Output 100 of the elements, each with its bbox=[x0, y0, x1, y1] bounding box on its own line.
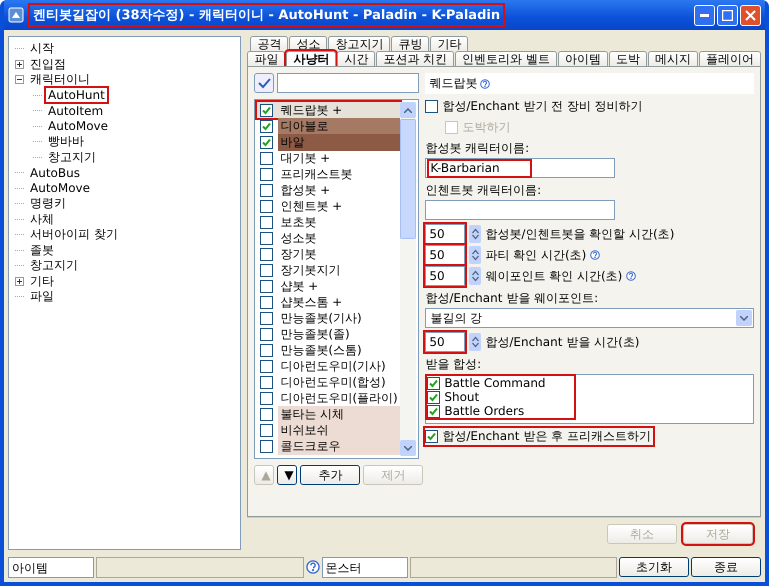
tree-item[interactable]: 명령키 bbox=[28, 195, 68, 212]
tree-item[interactable]: AutoHunt bbox=[46, 88, 107, 102]
tree-item[interactable]: AutoBus bbox=[28, 166, 82, 180]
checkbox[interactable] bbox=[260, 280, 274, 292]
checkbox[interactable] bbox=[260, 440, 274, 452]
checkbox[interactable] bbox=[260, 232, 274, 244]
checkbox[interactable] bbox=[260, 120, 274, 132]
tab[interactable]: 기타 bbox=[430, 36, 468, 51]
tab[interactable]: 창고지기 bbox=[328, 36, 390, 51]
help-icon[interactable] bbox=[480, 78, 490, 88]
tree-item[interactable]: 서버아이피 찾기 bbox=[28, 226, 120, 244]
tree-item[interactable]: 졸봇 bbox=[28, 242, 56, 259]
spinner-arrows-icon[interactable] bbox=[469, 333, 482, 351]
checkbox[interactable] bbox=[427, 376, 440, 390]
list-button[interactable]: ▼ bbox=[277, 465, 298, 485]
list-item[interactable]: 합성봇 + bbox=[257, 182, 400, 198]
list-item[interactable]: 콜드크로우 bbox=[257, 438, 400, 454]
list-item[interactable]: 만능졸봇(졸) bbox=[257, 326, 400, 342]
name-field[interactable] bbox=[425, 200, 616, 220]
tab[interactable]: 플레이어 bbox=[699, 51, 761, 66]
plus-icon[interactable] bbox=[15, 276, 24, 286]
list-item[interactable]: 퀘드랍봇 + bbox=[257, 102, 400, 118]
tab[interactable]: 파일 bbox=[247, 51, 286, 66]
tree-item[interactable]: 빵바바 bbox=[46, 133, 86, 150]
checkbox[interactable] bbox=[260, 264, 274, 276]
list-item[interactable]: 디아런도우미(플라이) bbox=[257, 390, 400, 406]
checkbox[interactable] bbox=[427, 390, 440, 404]
list-item[interactable]: 인첸트봇 + bbox=[257, 198, 400, 214]
minus-icon[interactable] bbox=[15, 75, 24, 84]
checkbox[interactable] bbox=[260, 328, 274, 340]
tab[interactable]: 인벤토리와 벨트 bbox=[455, 51, 557, 66]
tree-item[interactable]: 파일 bbox=[28, 288, 56, 306]
checkbox[interactable] bbox=[425, 100, 438, 113]
checkbox[interactable] bbox=[260, 200, 274, 212]
list-item[interactable]: 만능졸봇(기사) bbox=[257, 310, 400, 326]
list-item[interactable]: 프리캐스트봇 bbox=[257, 166, 400, 182]
list-item[interactable]: 보초봇 bbox=[257, 214, 400, 230]
scrollbar[interactable] bbox=[400, 102, 416, 456]
number-field[interactable]: 50 bbox=[425, 266, 466, 286]
maximize-button[interactable] bbox=[717, 4, 738, 26]
tab[interactable]: 도박 bbox=[609, 51, 647, 66]
checkbox[interactable] bbox=[260, 136, 274, 148]
list-item[interactable]: 바알 bbox=[257, 134, 400, 150]
minimize-button[interactable] bbox=[694, 4, 715, 26]
tree-item[interactable]: AutoMove bbox=[46, 119, 110, 134]
list-item[interactable]: 샵봇스톰 + bbox=[257, 294, 400, 310]
spinner-arrows-icon[interactable] bbox=[469, 225, 482, 243]
help-icon[interactable] bbox=[626, 271, 636, 281]
list-item[interactable]: 불타는 시체 bbox=[257, 406, 400, 422]
spinner-arrows-icon[interactable] bbox=[469, 267, 482, 285]
close-button[interactable] bbox=[740, 4, 761, 26]
tab[interactable]: 아이템 bbox=[558, 51, 608, 66]
checkbox[interactable] bbox=[260, 168, 274, 180]
item-field[interactable]: 아이템 bbox=[8, 556, 94, 578]
name-field[interactable]: K-Barbarian bbox=[425, 158, 616, 178]
list-item[interactable]: 디아블로 bbox=[257, 118, 400, 134]
checkbox[interactable] bbox=[260, 296, 274, 308]
checkbox[interactable] bbox=[260, 344, 274, 356]
checkbox[interactable] bbox=[260, 248, 274, 260]
tree-item[interactable]: 사체 bbox=[28, 210, 56, 228]
spinner-arrows-icon[interactable] bbox=[469, 246, 482, 264]
tab[interactable]: 공격 bbox=[250, 36, 288, 51]
list-item[interactable]: 만능졸봇(스톰) bbox=[257, 342, 400, 358]
status-button[interactable]: 종료 bbox=[691, 557, 761, 577]
list-item[interactable]: 장기봇 bbox=[257, 246, 400, 262]
list-item[interactable]: 샵봇 + bbox=[257, 278, 400, 294]
checkbox[interactable] bbox=[260, 104, 274, 116]
checkbox[interactable] bbox=[260, 424, 274, 436]
checkbox[interactable] bbox=[427, 404, 440, 418]
help-icon[interactable] bbox=[590, 250, 600, 260]
tree-item[interactable]: 창고지기 bbox=[46, 148, 98, 166]
list-item[interactable]: 성소봇 bbox=[257, 230, 400, 246]
tree-item[interactable]: 진입점 bbox=[28, 56, 68, 73]
checkbox[interactable] bbox=[260, 184, 274, 196]
tree-item[interactable]: 창고지기 bbox=[28, 257, 80, 274]
search-field[interactable] bbox=[277, 73, 420, 93]
tab[interactable]: 포션과 치킨 bbox=[376, 51, 454, 66]
tree-item[interactable]: 시작 bbox=[28, 40, 56, 58]
checkbox[interactable] bbox=[260, 152, 274, 164]
tree-item[interactable]: AutoItem bbox=[46, 104, 106, 118]
tab[interactable]: 큐빙 bbox=[391, 36, 430, 51]
tree-item[interactable]: 기타 bbox=[28, 272, 56, 290]
plus-icon[interactable] bbox=[15, 60, 24, 69]
checkbox[interactable] bbox=[260, 312, 274, 324]
list-item[interactable]: 디아런도우미(기사) bbox=[257, 358, 400, 374]
list-button[interactable]: 추가 bbox=[300, 465, 360, 485]
checkbox[interactable] bbox=[425, 430, 438, 443]
help-icon[interactable] bbox=[306, 560, 320, 574]
tree-item[interactable]: 캐릭터이니 bbox=[28, 71, 92, 88]
list-item[interactable]: 장기봇지기 bbox=[257, 262, 400, 278]
checkbox[interactable] bbox=[260, 376, 274, 388]
tab[interactable]: 시간 bbox=[337, 51, 376, 66]
status-button[interactable]: 초기화 bbox=[619, 557, 689, 577]
checkbox[interactable] bbox=[260, 392, 274, 404]
waypoint-dropdown[interactable]: 불길의 강 bbox=[425, 308, 754, 328]
spellcheck-icon[interactable] bbox=[254, 73, 274, 93]
checkbox[interactable] bbox=[260, 408, 274, 420]
number-field[interactable]: 50 bbox=[425, 245, 466, 265]
number-field[interactable]: 50 bbox=[425, 224, 466, 244]
tree-item[interactable]: AutoMove bbox=[28, 181, 92, 196]
